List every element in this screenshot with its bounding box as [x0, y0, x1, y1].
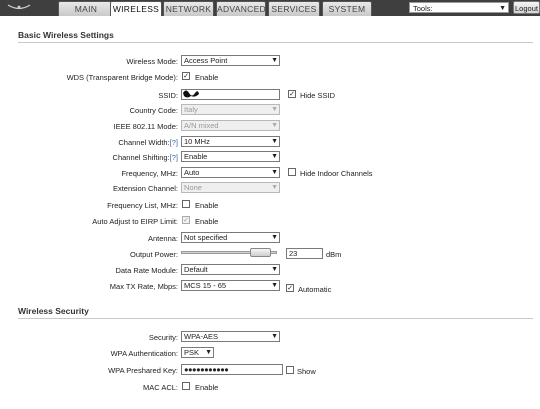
- wireless-mode-label: Wireless Mode:: [126, 57, 178, 66]
- channel-shifting-label: Channel Shifting:[?]: [113, 153, 178, 162]
- tab-main[interactable]: MAIN: [58, 1, 114, 16]
- section-divider: [18, 42, 533, 43]
- ubiquiti-logo-icon[interactable]: [6, 3, 32, 13]
- chevron-down-icon: ▼: [499, 5, 506, 12]
- tab-network[interactable]: NETWORK: [163, 1, 214, 16]
- tools-label: Tools:: [413, 4, 433, 13]
- antenna-value: Not specified: [184, 233, 228, 242]
- security-value: WPA-AES: [184, 332, 219, 341]
- max-tx-rate-select[interactable]: MCS 15 - 65 ▼: [181, 280, 280, 291]
- channel-shifting-label-text: Channel Shifting:: [112, 153, 170, 162]
- data-rate-module-select[interactable]: Default ▼: [181, 264, 280, 275]
- wpa-authentication-value: PSK: [184, 348, 200, 357]
- auto-eirp-enable-text: Enable: [195, 217, 219, 226]
- wpa-preshared-key-input[interactable]: ●●●●●●●●●●●: [181, 364, 283, 375]
- ssid-label: SSID:: [158, 91, 178, 100]
- security-select[interactable]: WPA-AES ▼: [181, 331, 280, 342]
- tab-system[interactable]: SYSTEM: [322, 1, 372, 16]
- chevron-down-icon: ▼: [271, 57, 278, 64]
- ieee-mode-select: A/N mixed ▼: [181, 120, 280, 131]
- data-rate-module-label: Data Rate Module:: [115, 266, 178, 275]
- frequency-label: Frequency, MHz:: [121, 169, 178, 178]
- country-code-value: Italy: [184, 105, 198, 114]
- channel-shifting-value: Enable: [184, 152, 208, 161]
- frequency-list-enable-text: Enable: [195, 201, 219, 210]
- section-divider: [18, 318, 533, 319]
- redaction-scribble: [183, 90, 199, 98]
- show-key-text: Show: [297, 367, 316, 376]
- mac-acl-enable-text: Enable: [195, 383, 219, 392]
- frequency-value: Auto: [184, 168, 200, 177]
- country-code-label: Country Code:: [129, 106, 178, 115]
- wds-label: WDS (Transparent Bridge Mode):: [66, 73, 178, 82]
- tab-advanced[interactable]: ADVANCED: [216, 1, 266, 16]
- section-title-basic: Basic Wireless Settings: [18, 30, 114, 40]
- output-power-unit: dBm: [326, 250, 342, 259]
- channel-width-value: 10 MHz: [184, 137, 210, 146]
- output-power-slider-handle[interactable]: [250, 248, 271, 257]
- logout-button[interactable]: Logout: [513, 1, 540, 14]
- channel-width-select[interactable]: 10 MHz ▼: [181, 136, 280, 147]
- wpa-authentication-select[interactable]: PSK ▼: [181, 347, 214, 358]
- frequency-list-checkbox[interactable]: [182, 200, 190, 208]
- wds-checkbox[interactable]: ✓: [182, 72, 190, 80]
- extension-channel-value: None: [184, 183, 202, 192]
- wpa-preshared-key-label: WPA Preshared Key:: [108, 366, 178, 375]
- automatic-checkbox[interactable]: ✓: [286, 284, 294, 292]
- auto-eirp-label: Auto Adjust to EIRP Limit:: [92, 217, 178, 226]
- channel-width-label-text: Channel Width:: [118, 138, 170, 147]
- hide-indoor-channels-text: Hide Indoor Channels: [300, 169, 373, 178]
- tab-services[interactable]: SERVICES: [268, 1, 320, 16]
- tools-dropdown[interactable]: Tools: ▼: [409, 2, 509, 13]
- section-title-security: Wireless Security: [18, 306, 89, 316]
- mac-acl-label: MAC ACL:: [142, 383, 178, 392]
- data-rate-module-value: Default: [184, 265, 208, 274]
- chevron-down-icon: ▼: [271, 234, 278, 241]
- chevron-down-icon: ▼: [271, 169, 278, 176]
- wds-enable-text: Enable: [195, 73, 219, 82]
- hide-indoor-channels-checkbox[interactable]: [288, 168, 296, 176]
- antenna-select[interactable]: Not specified ▼: [181, 232, 280, 243]
- show-key-checkbox[interactable]: [286, 366, 294, 374]
- channel-width-label: Channel Width:[?]: [118, 138, 178, 147]
- max-tx-rate-value: MCS 15 - 65: [184, 281, 227, 290]
- frequency-select[interactable]: Auto ▼: [181, 167, 280, 178]
- chevron-down-icon: ▼: [271, 266, 278, 273]
- chevron-down-icon: ▼: [205, 349, 212, 356]
- chevron-down-icon: ▼: [271, 138, 278, 145]
- chevron-down-icon: ▼: [271, 153, 278, 160]
- antenna-label: Antenna:: [147, 234, 178, 243]
- country-code-select: Italy ▼: [181, 104, 280, 115]
- security-label: Security:: [148, 333, 178, 342]
- chevron-down-icon: ▼: [271, 333, 278, 340]
- frequency-list-label: Frequency List, MHz:: [107, 201, 178, 210]
- chevron-down-icon: ▼: [271, 184, 278, 191]
- channel-shifting-select[interactable]: Enable ▼: [181, 151, 280, 162]
- wireless-mode-value: Access Point: [184, 56, 228, 65]
- tab-wireless[interactable]: WIRELESS: [110, 1, 162, 16]
- extension-channel-select: None ▼: [181, 182, 280, 193]
- automatic-text: Automatic: [298, 285, 332, 294]
- hide-ssid-checkbox[interactable]: ✓: [288, 90, 296, 98]
- max-tx-rate-label: Max TX Rate, Mbps:: [109, 282, 178, 291]
- ieee-mode-label: IEEE 802.11 Mode:: [113, 122, 179, 131]
- hide-ssid-text: Hide SSID: [300, 91, 336, 100]
- wireless-mode-select[interactable]: Access Point ▼: [181, 55, 280, 66]
- chevron-down-icon: ▼: [271, 282, 278, 289]
- ieee-mode-value: A/N mixed: [184, 121, 219, 130]
- auto-eirp-checkbox[interactable]: ✓: [182, 216, 190, 224]
- output-power-input[interactable]: 23: [286, 248, 323, 259]
- channel-width-help-link[interactable]: [?]: [170, 138, 178, 147]
- chevron-down-icon: ▼: [271, 122, 278, 129]
- chevron-down-icon: ▼: [271, 106, 278, 113]
- extension-channel-label: Extension Channel:: [112, 184, 178, 193]
- channel-shifting-help-link[interactable]: [?]: [170, 153, 178, 162]
- mac-acl-checkbox[interactable]: [182, 382, 190, 390]
- wpa-authentication-label: WPA Authentication:: [110, 349, 178, 358]
- output-power-label: Output Power:: [130, 250, 178, 259]
